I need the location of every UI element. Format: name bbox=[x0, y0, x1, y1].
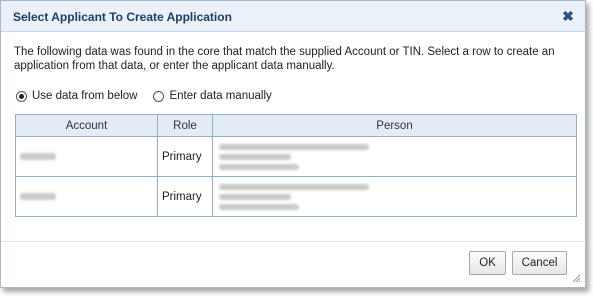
role-column-header: Role bbox=[157, 114, 213, 137]
dialog-message: The following data was found in the core… bbox=[14, 46, 555, 72]
role-cell: Primary bbox=[157, 136, 213, 177]
enter-manually-label: Enter data manually bbox=[169, 90, 272, 102]
table-row[interactable]: Primary bbox=[15, 136, 577, 177]
resize-grip-icon[interactable] bbox=[571, 273, 581, 283]
dialog-title: Select Applicant To Create Application bbox=[13, 10, 232, 24]
enter-manually-option[interactable]: Enter data manually bbox=[153, 90, 272, 102]
enter-manually-radio[interactable] bbox=[153, 90, 165, 102]
account-cell bbox=[15, 176, 158, 217]
account-column-header: Account bbox=[15, 114, 158, 137]
applicant-table: Account Role Person Primary Primary bbox=[15, 114, 577, 217]
person-cell bbox=[212, 136, 577, 177]
redacted-person-line bbox=[219, 153, 291, 160]
dialog-titlebar: Select Applicant To Create Application ✖ bbox=[1, 1, 585, 32]
cancel-button[interactable]: Cancel bbox=[512, 251, 567, 275]
close-icon[interactable]: ✖ bbox=[561, 8, 575, 24]
redacted-account bbox=[20, 192, 56, 200]
account-cell bbox=[15, 136, 158, 177]
redacted-person-line bbox=[219, 183, 369, 190]
role-cell: Primary bbox=[157, 176, 213, 217]
use-data-option[interactable]: Use data from below bbox=[16, 90, 137, 102]
redacted-account bbox=[20, 152, 56, 160]
data-source-options: Use data from below Enter data manually bbox=[16, 88, 288, 104]
redacted-person-line bbox=[219, 163, 299, 170]
select-applicant-dialog: Select Applicant To Create Application ✖… bbox=[0, 0, 586, 288]
person-cell bbox=[212, 176, 577, 217]
footer-divider bbox=[1, 241, 585, 242]
ok-button[interactable]: OK bbox=[469, 251, 506, 275]
person-column-header: Person bbox=[212, 114, 577, 137]
redacted-person-line bbox=[219, 193, 291, 200]
table-header-row: Account Role Person bbox=[15, 114, 577, 137]
redacted-person-line bbox=[219, 203, 299, 210]
use-data-radio[interactable] bbox=[16, 90, 27, 102]
table-row[interactable]: Primary bbox=[15, 176, 577, 217]
redacted-person-line bbox=[219, 143, 369, 150]
use-data-label: Use data from below bbox=[32, 90, 138, 102]
